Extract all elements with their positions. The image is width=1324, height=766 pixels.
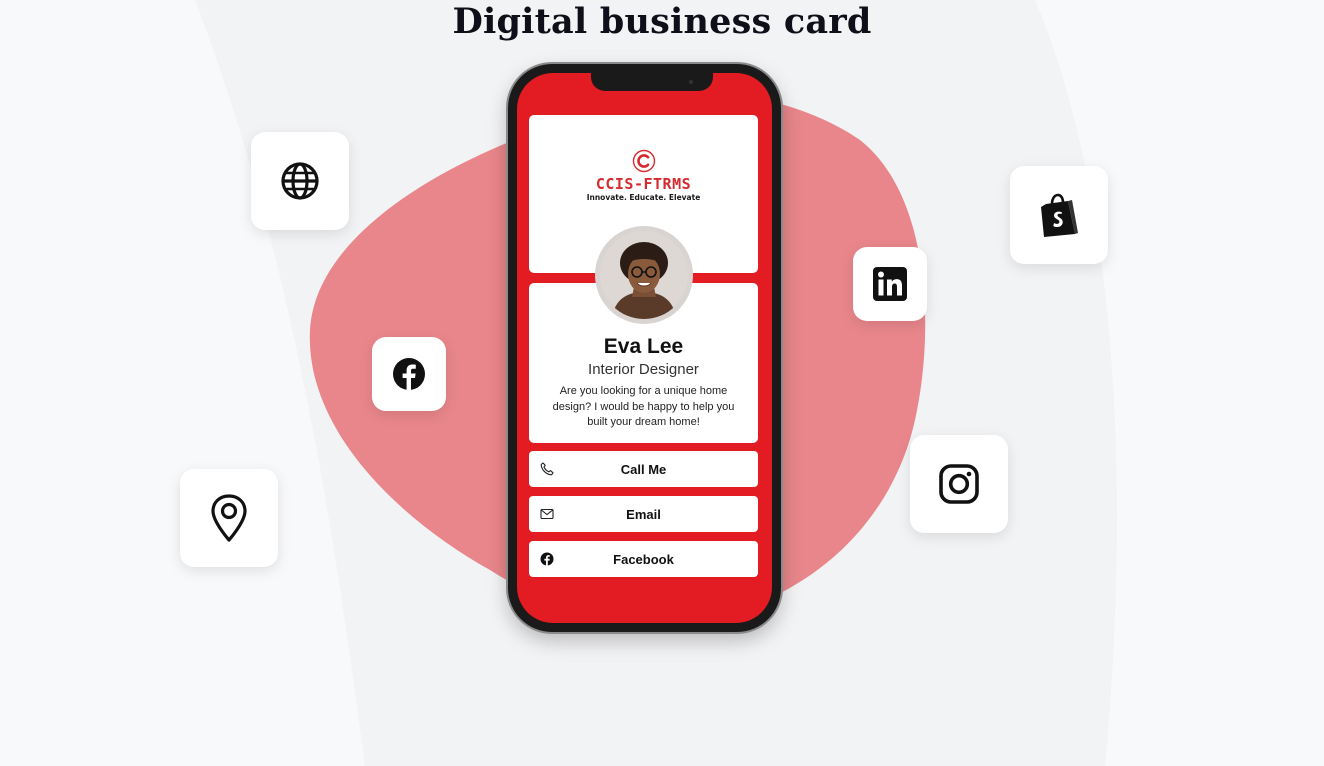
- linkedin-tile[interactable]: [853, 247, 927, 321]
- person-role: Interior Designer: [588, 361, 699, 378]
- person-name: Eva Lee: [603, 335, 684, 358]
- page-title: Digital business card: [452, 1, 872, 42]
- logo-mark-icon: [632, 149, 656, 173]
- mail-icon: [540, 508, 554, 520]
- call-me-button[interactable]: Call Me: [529, 451, 758, 487]
- logo-name: CCIS-FTRMS: [595, 175, 692, 193]
- shopify-icon: [1041, 193, 1078, 237]
- linkedin-icon: [873, 267, 907, 301]
- phone-icon: [540, 462, 554, 476]
- instagram-icon: [939, 464, 979, 504]
- phone-notch: [591, 73, 713, 91]
- call-me-label: Call Me: [620, 461, 667, 477]
- globe-icon: [281, 162, 319, 200]
- instagram-tile[interactable]: [910, 435, 1008, 533]
- location-pin-icon: [211, 494, 247, 542]
- globe-tile[interactable]: [251, 132, 349, 230]
- shopify-tile[interactable]: [1010, 166, 1108, 264]
- facebook-tile[interactable]: [372, 337, 446, 411]
- phone-screen: CCIS-FTRMS Innovate. Educate. Elevate Ev…: [517, 73, 772, 623]
- facebook-icon: [393, 358, 425, 391]
- facebook-icon: [540, 552, 554, 566]
- brand-logo: CCIS-FTRMS Innovate. Educate. Elevate: [529, 149, 758, 202]
- facebook-button[interactable]: Facebook: [529, 541, 758, 577]
- email-label: Email: [626, 506, 661, 522]
- camera-dot: [689, 80, 693, 84]
- logo-tagline: Innovate. Educate. Elevate: [586, 193, 701, 202]
- avatar-photo: [600, 231, 688, 319]
- phone-mockup: CCIS-FTRMS Innovate. Educate. Elevate Ev…: [508, 64, 781, 632]
- location-tile[interactable]: [180, 469, 278, 567]
- avatar: [595, 226, 693, 324]
- email-button[interactable]: Email: [529, 496, 758, 532]
- facebook-label: Facebook: [613, 551, 674, 567]
- person-bio: Are you looking for a unique home design…: [552, 385, 735, 428]
